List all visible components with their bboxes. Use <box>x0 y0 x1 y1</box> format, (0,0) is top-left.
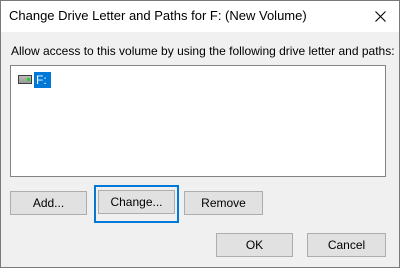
dialog-title: Change Drive Letter and Paths for F: (Ne… <box>9 8 307 23</box>
close-button[interactable] <box>367 4 393 28</box>
list-item-label: F: <box>34 71 51 88</box>
change-drive-letter-dialog: Change Drive Letter and Paths for F: (Ne… <box>0 0 400 268</box>
drive-icon <box>18 75 32 84</box>
title-bar: Change Drive Letter and Paths for F: (Ne… <box>1 1 399 32</box>
add-button[interactable]: Add... <box>10 191 87 215</box>
close-icon <box>374 10 386 22</box>
change-button[interactable]: Change... <box>98 190 175 214</box>
drive-paths-listbox[interactable]: F: <box>10 65 386 177</box>
ok-button[interactable]: OK <box>216 233 293 257</box>
access-prompt: Allow access to this volume by using the… <box>11 44 395 58</box>
list-item[interactable]: F: <box>18 71 51 88</box>
cancel-button[interactable]: Cancel <box>307 233 386 257</box>
remove-button[interactable]: Remove <box>184 191 263 215</box>
